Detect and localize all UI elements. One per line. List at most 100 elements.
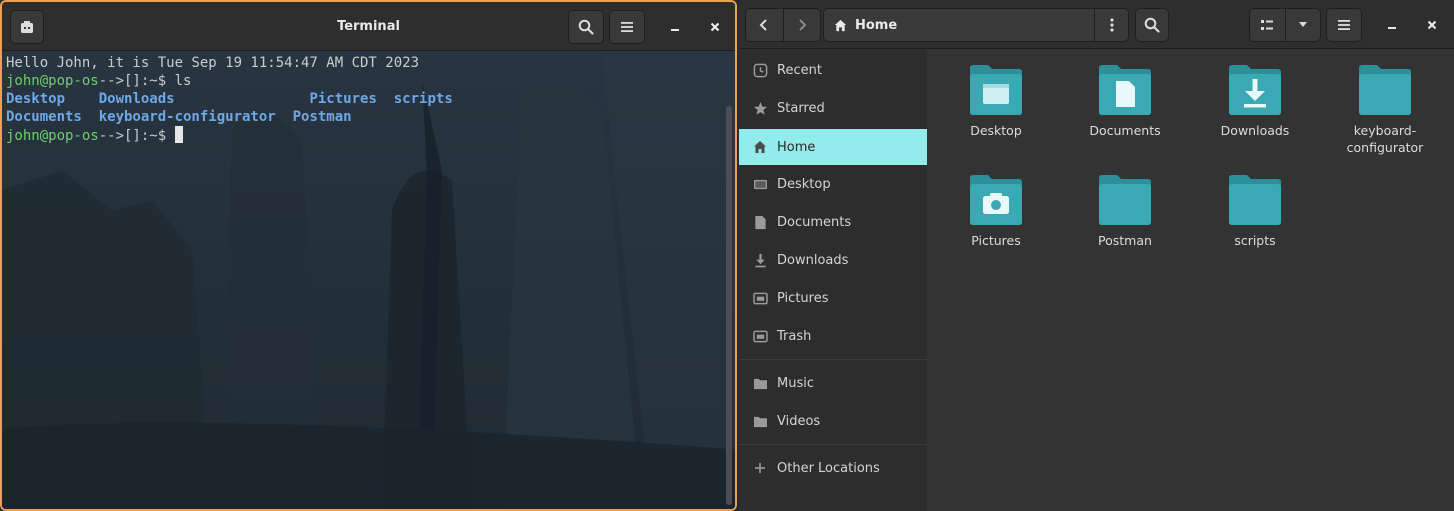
minimize-icon — [1388, 27, 1396, 29]
file-item-documents[interactable]: Documents — [1066, 62, 1184, 139]
file-item-scripts[interactable]: scripts — [1196, 172, 1314, 249]
sidebar-item-music[interactable]: Music — [739, 365, 927, 401]
ls-entry: Pictures — [309, 91, 377, 107]
sidebar-item-label: Music — [777, 375, 814, 391]
terminal-prompt-user: john@pop-os — [6, 73, 99, 89]
sidebar-item-label: Desktop — [777, 176, 831, 192]
chevron-down-icon — [1298, 22, 1307, 27]
sidebar-item-label: Videos — [777, 413, 821, 429]
path-menu-button[interactable] — [1095, 9, 1129, 41]
documents-folder-icon — [1099, 65, 1151, 115]
terminal-search-button[interactable] — [568, 10, 604, 44]
terminal-line-prompt: john@pop-os-->[]:~$ — [6, 126, 721, 145]
files-menu-button[interactable] — [1326, 8, 1362, 42]
home-icon — [834, 19, 847, 31]
sidebar-item-label: Pictures — [777, 290, 829, 306]
sidebar-item-label: Other Locations — [777, 460, 880, 476]
terminal-menu-button[interactable] — [609, 10, 645, 44]
terminal-header-bar: Terminal — [2, 2, 735, 51]
terminal-cursor — [174, 126, 183, 143]
sidebar-item-home[interactable]: Home — [739, 129, 927, 165]
new-tab-icon — [21, 21, 33, 33]
folder-icon — [1359, 65, 1411, 115]
files-header-bar: Home — [739, 0, 1454, 49]
breadcrumb-home[interactable]: Home — [824, 9, 1094, 41]
hamburger-menu-icon — [621, 22, 633, 32]
plus-icon — [752, 460, 768, 476]
sidebar-item-recent[interactable]: Recent — [739, 52, 927, 88]
list-view-icon — [1261, 20, 1274, 30]
file-item-label: Desktop — [970, 123, 1022, 138]
terminal-window[interactable]: Terminal Hello John, it is Tue Sep 19 11… — [0, 0, 737, 511]
files-search-button[interactable] — [1135, 8, 1169, 42]
terminal-line-command: john@pop-os-->[]:~$ ls — [6, 72, 721, 90]
breadcrumb-label: Home — [855, 17, 898, 33]
forward-button[interactable] — [784, 9, 821, 41]
chevron-right-icon — [799, 19, 807, 31]
sidebar-item-videos[interactable]: Videos — [739, 403, 927, 439]
clock-icon — [752, 62, 768, 78]
sidebar-item-label: Trash — [777, 328, 812, 344]
folder-icon — [752, 375, 768, 391]
file-item-desktop[interactable]: Desktop — [937, 62, 1055, 139]
search-icon — [1144, 17, 1160, 33]
view-controls — [1249, 8, 1321, 42]
new-tab-button[interactable] — [10, 10, 44, 44]
sidebar-item-other-locations[interactable]: Other Locations — [739, 450, 927, 486]
file-item-pictures[interactable]: Pictures — [937, 172, 1055, 249]
sidebar-item-downloads[interactable]: Downloads — [739, 242, 927, 278]
file-item-label: Documents — [1089, 123, 1161, 138]
terminal-prompt-user: john@pop-os — [6, 128, 99, 144]
sidebar-item-desktop[interactable]: Desktop — [739, 166, 927, 202]
ls-entry: keyboard-configurator — [98, 109, 276, 125]
list-view-button[interactable] — [1250, 9, 1286, 41]
terminal-scrollbar[interactable] — [726, 106, 732, 505]
minimize-icon — [671, 29, 679, 31]
terminal-body[interactable]: Hello John, it is Tue Sep 19 11:54:47 AM… — [2, 51, 735, 509]
back-button[interactable] — [746, 9, 784, 41]
downloads-folder-icon — [1229, 65, 1281, 115]
picture-icon — [752, 290, 768, 306]
ls-entry: Postman — [292, 109, 352, 125]
sidebar-item-starred[interactable]: Starred — [739, 90, 927, 126]
home-icon — [752, 139, 768, 155]
folder-icon — [752, 413, 768, 429]
files-sidebar: Recent Starred Home Desktop Documents Do… — [739, 49, 927, 511]
terminal-close-button[interactable] — [700, 10, 730, 44]
terminal-ls-row: Documents keyboard-configurator Postman — [6, 108, 721, 126]
kebab-menu-icon — [1110, 18, 1114, 32]
sidebar-item-label: Documents — [777, 214, 852, 230]
file-item-postman[interactable]: Postman — [1066, 172, 1184, 249]
sidebar-item-label: Recent — [777, 62, 822, 78]
search-icon — [578, 19, 594, 35]
desktop-icon — [752, 176, 768, 192]
sidebar-item-trash[interactable]: Trash — [739, 318, 927, 354]
sidebar-divider — [739, 359, 927, 360]
sidebar-item-pictures[interactable]: Pictures — [739, 280, 927, 316]
sidebar-divider — [739, 444, 927, 445]
file-item-label: Pictures — [971, 233, 1021, 248]
file-item-label: keyboard-configurator — [1346, 123, 1424, 155]
close-icon — [710, 22, 720, 32]
sidebar-item-label: Starred — [777, 100, 825, 116]
pictures-folder-icon — [970, 175, 1022, 225]
view-options-button[interactable] — [1286, 9, 1321, 41]
file-item-keyboard-configurator[interactable]: keyboard-configurator — [1326, 62, 1444, 156]
terminal-ls-row: Desktop Downloads Pictures scripts — [6, 90, 721, 108]
sidebar-item-documents[interactable]: Documents — [739, 204, 927, 240]
files-close-button[interactable] — [1417, 8, 1447, 42]
terminal-minimize-button[interactable] — [660, 10, 690, 44]
terminal-output: Hello John, it is Tue Sep 19 11:54:47 AM… — [6, 54, 721, 145]
files-window[interactable]: Home Recent Starred Home Desktop Documen… — [739, 0, 1454, 511]
files-minimize-button[interactable] — [1377, 8, 1407, 42]
path-bar: Home — [823, 8, 1129, 42]
file-item-label: Downloads — [1220, 123, 1290, 138]
folder-icon — [1229, 175, 1281, 225]
close-icon — [1427, 20, 1437, 30]
file-item-downloads[interactable]: Downloads — [1196, 62, 1314, 139]
desktop-folder-icon — [970, 65, 1022, 115]
sidebar-item-label: Home — [777, 139, 816, 155]
document-icon — [752, 214, 768, 230]
files-icon-grid: Desktop Documents Downloads keyboard-con… — [927, 49, 1454, 511]
terminal-command-text: -->[]:~$ ls — [98, 73, 192, 89]
